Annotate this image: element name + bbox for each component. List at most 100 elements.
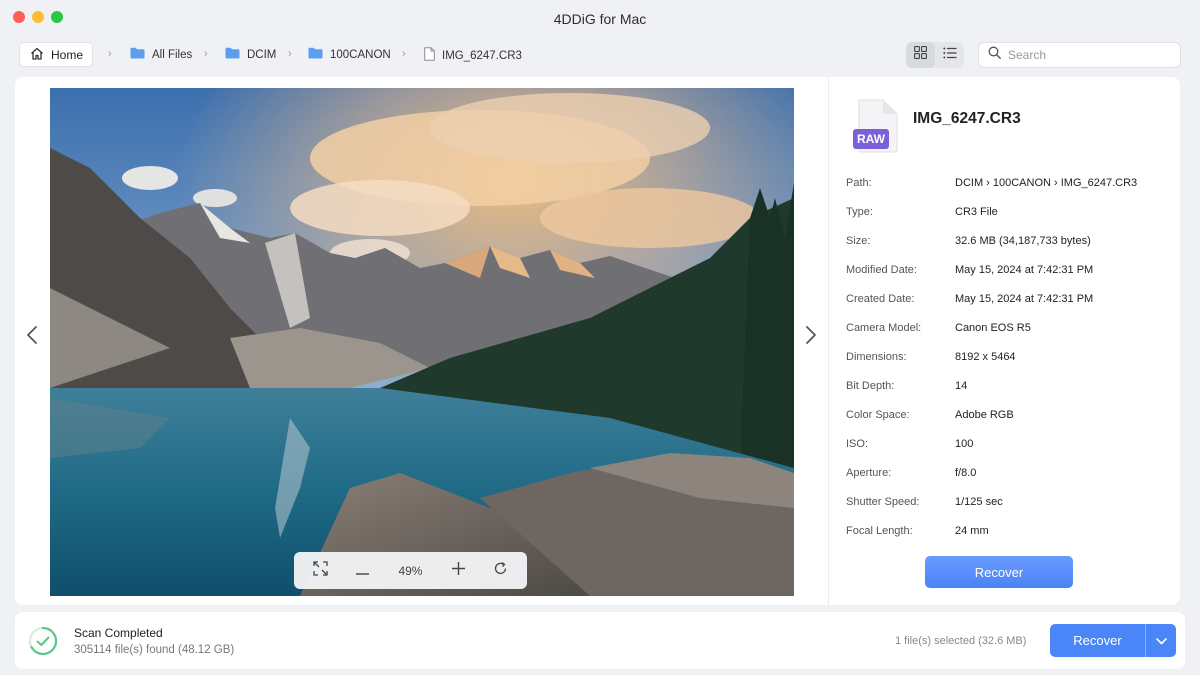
- meta-value: 32.6 MB (34,187,733 bytes): [955, 235, 1091, 247]
- breadcrumb-100canon[interactable]: 100CANON: [308, 47, 391, 62]
- chevron-down-icon: [1155, 633, 1167, 648]
- meta-row-created-date: Created Date: May 15, 2024 at 7:42:31 PM: [846, 293, 1166, 309]
- meta-label: Aperture:: [846, 467, 892, 479]
- home-button[interactable]: Home: [19, 42, 93, 67]
- preview-pane: 49%: [15, 77, 828, 605]
- meta-value: 1/125 sec: [955, 496, 1003, 508]
- file-details-pane: RAW IMG_6247.CR3 Path: DCIM › 100CANON ›…: [829, 77, 1180, 605]
- meta-row-color-space: Color Space: Adobe RGB: [846, 409, 1166, 425]
- view-toggle: [906, 42, 964, 68]
- recover-button[interactable]: Recover: [1050, 624, 1176, 657]
- meta-row-focal-length: Focal Length: 24 mm: [846, 525, 1166, 541]
- meta-label: Modified Date:: [846, 264, 917, 276]
- meta-label: Type:: [846, 206, 873, 218]
- file-icon: [424, 47, 435, 64]
- grid-view-button[interactable]: [906, 42, 935, 68]
- breadcrumb-label: DCIM: [247, 48, 277, 61]
- expand-icon: [313, 560, 328, 581]
- next-image-button[interactable]: [800, 325, 822, 349]
- zoom-in-button[interactable]: [444, 556, 474, 586]
- main-panel: 49% RAW IMG_6247.CR3 Path: DCIM › 100CAN…: [15, 77, 1180, 605]
- meta-label: Path:: [846, 177, 872, 189]
- rotate-icon: [493, 561, 508, 581]
- breadcrumb-label: 100CANON: [330, 48, 391, 61]
- recover-options-dropdown[interactable]: [1145, 624, 1176, 657]
- window-title: 4DDiG for Mac: [553, 11, 647, 27]
- meta-value: CR3 File: [955, 206, 998, 218]
- meta-label: Color Space:: [846, 409, 910, 421]
- meta-label: Camera Model:: [846, 322, 922, 334]
- breadcrumb-all-files[interactable]: All Files: [130, 47, 192, 62]
- meta-label: Size:: [846, 235, 871, 247]
- meta-label: ISO:: [846, 438, 869, 450]
- meta-value: 24 mm: [955, 525, 989, 537]
- zoom-level: 49%: [398, 563, 423, 578]
- breadcrumb-label: IMG_6247.CR3: [442, 49, 522, 62]
- meta-row-camera-model: Camera Model: Canon EOS R5: [846, 322, 1166, 338]
- raw-file-icon: RAW: [853, 99, 899, 153]
- preview-image: [50, 88, 794, 596]
- app-window: 4DDiG for Mac Home › All Files › DCIM › …: [0, 0, 1200, 675]
- meta-value: f/8.0: [955, 467, 977, 479]
- meta-row-iso: ISO: 100: [846, 438, 1166, 454]
- grid-icon: [914, 46, 927, 64]
- meta-label: Created Date:: [846, 293, 915, 305]
- meta-row-modified-date: Modified Date: May 15, 2024 at 7:42:31 P…: [846, 264, 1166, 280]
- meta-label: Focal Length:: [846, 525, 913, 537]
- selection-summary: 1 file(s) selected (32.6 MB): [895, 635, 1027, 647]
- breadcrumb-separator-icon: ›: [288, 48, 292, 60]
- search-input[interactable]: [1008, 48, 1168, 62]
- title-bar: 4DDiG for Mac: [0, 0, 1200, 36]
- meta-row-aperture: Aperture: f/8.0: [846, 467, 1166, 483]
- rotate-button[interactable]: [485, 556, 515, 586]
- file-name: IMG_6247.CR3: [913, 110, 1021, 127]
- toolbar: Home › All Files › DCIM › 100CANON › IMG…: [0, 40, 1200, 70]
- meta-row-dimensions: Dimensions: 8192 x 5464: [846, 351, 1166, 367]
- folder-icon: [225, 47, 240, 62]
- meta-row-bit-depth: Bit Depth: 14: [846, 380, 1166, 396]
- breadcrumb-separator-icon: ›: [204, 48, 208, 60]
- chevron-left-icon: [26, 325, 38, 350]
- minus-icon: [355, 562, 369, 580]
- meta-value: Adobe RGB: [955, 409, 1014, 421]
- status-footer: Scan Completed 305114 file(s) found (48.…: [15, 612, 1185, 669]
- recover-button-label: Recover: [1073, 633, 1122, 648]
- meta-label: Dimensions:: [846, 351, 907, 363]
- scan-status-subtitle: 305114 file(s) found (48.12 GB): [74, 644, 235, 656]
- meta-value: 100: [955, 438, 974, 450]
- meta-value: May 15, 2024 at 7:42:31 PM: [955, 264, 1094, 276]
- search-icon: [988, 46, 1001, 64]
- folder-icon: [308, 47, 323, 62]
- recover-file-button[interactable]: Recover: [925, 556, 1073, 588]
- chevron-right-icon: [805, 325, 817, 350]
- breadcrumb-dcim[interactable]: DCIM: [225, 47, 276, 62]
- meta-value: 8192 x 5464: [955, 351, 1016, 363]
- breadcrumb-separator-icon: ›: [108, 48, 112, 60]
- meta-value: May 15, 2024 at 7:42:31 PM: [955, 293, 1094, 305]
- breadcrumb-current-file[interactable]: IMG_6247.CR3: [424, 47, 522, 64]
- file-badge: RAW: [857, 132, 885, 146]
- zoom-toolbar: 49%: [294, 552, 527, 589]
- meta-label: Bit Depth:: [846, 380, 895, 392]
- zoom-out-button[interactable]: [347, 556, 377, 586]
- plus-icon: [452, 561, 466, 580]
- list-view-button[interactable]: [935, 42, 964, 68]
- meta-value: 14: [955, 380, 968, 392]
- meta-value: DCIM › 100CANON › IMG_6247.CR3: [955, 177, 1138, 189]
- fit-to-screen-button[interactable]: [306, 556, 336, 586]
- folder-icon: [130, 47, 145, 62]
- meta-row-shutter-speed: Shutter Speed: 1/125 sec: [846, 496, 1166, 512]
- meta-row-size: Size: 32.6 MB (34,187,733 bytes): [846, 235, 1166, 251]
- meta-row-path: Path: DCIM › 100CANON › IMG_6247.CR3: [846, 177, 1166, 193]
- previous-image-button[interactable]: [21, 325, 43, 349]
- home-label: Home: [51, 47, 84, 62]
- search-box: [978, 42, 1181, 68]
- breadcrumb-label: All Files: [152, 48, 193, 61]
- meta-row-type: Type: CR3 File: [846, 206, 1166, 222]
- scan-status-title: Scan Completed: [74, 626, 163, 640]
- list-icon: [942, 46, 957, 64]
- home-icon: [30, 47, 44, 63]
- scan-complete-icon: [28, 626, 58, 656]
- meta-label: Shutter Speed:: [846, 496, 920, 508]
- breadcrumb-separator-icon: ›: [402, 48, 406, 60]
